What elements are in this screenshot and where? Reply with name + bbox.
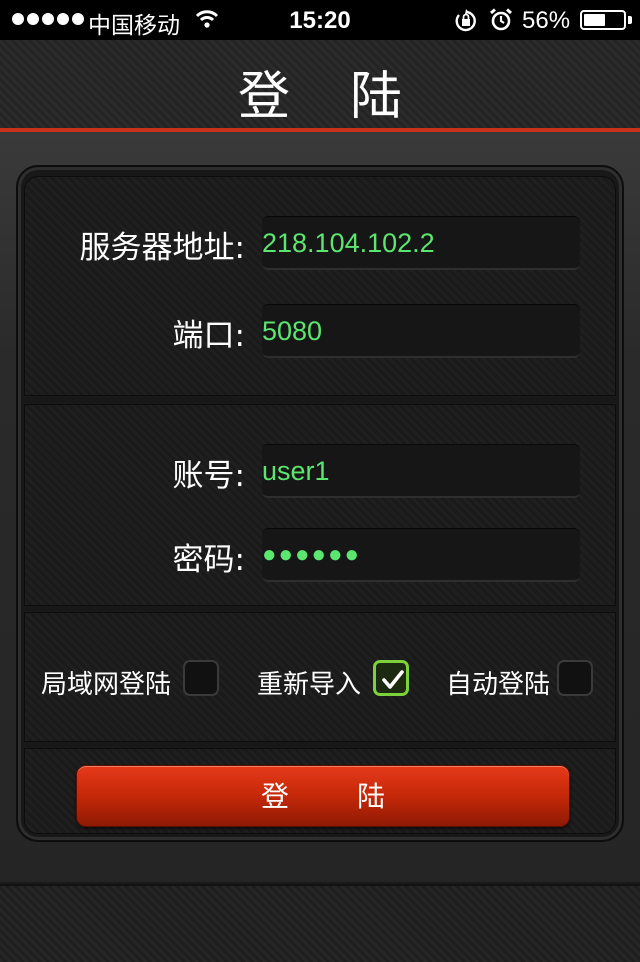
account-label: 账号:: [172, 458, 245, 494]
footer-bar: [0, 884, 640, 962]
navigation-bar: 登陆: [0, 40, 640, 132]
auto-login-checkbox[interactable]: [557, 660, 593, 696]
account-input[interactable]: user1: [262, 444, 580, 498]
server-section: [24, 176, 616, 396]
password-label: 密码:: [172, 542, 245, 578]
battery-tip: [628, 16, 632, 24]
page-title: 登陆: [237, 67, 462, 127]
alarm-icon: [490, 8, 512, 31]
server-address-input[interactable]: 218.104.102.2: [262, 216, 580, 270]
port-input[interactable]: 5080: [262, 304, 580, 358]
rotation-lock-icon: [455, 9, 476, 32]
battery-icon: [580, 10, 626, 30]
login-button[interactable]: 登陆: [76, 765, 570, 827]
reimport-label: 重新导入: [257, 670, 362, 700]
checkmark-icon: [382, 670, 404, 689]
reimport-checkbox[interactable]: [373, 660, 409, 696]
auto-login-label: 自动登陆: [446, 670, 551, 700]
battery-level-fill: [584, 14, 605, 26]
lan-login-checkbox[interactable]: [183, 660, 219, 696]
server-address-label: 服务器地址:: [79, 230, 245, 266]
password-input[interactable]: ●●●●●●: [262, 528, 580, 582]
lan-login-label: 局域网登陆: [41, 670, 172, 700]
battery-percent: 56%: [522, 7, 571, 34]
status-bar: 中国移动 15:20 56%: [0, 0, 640, 40]
port-label: 端口:: [172, 318, 245, 354]
